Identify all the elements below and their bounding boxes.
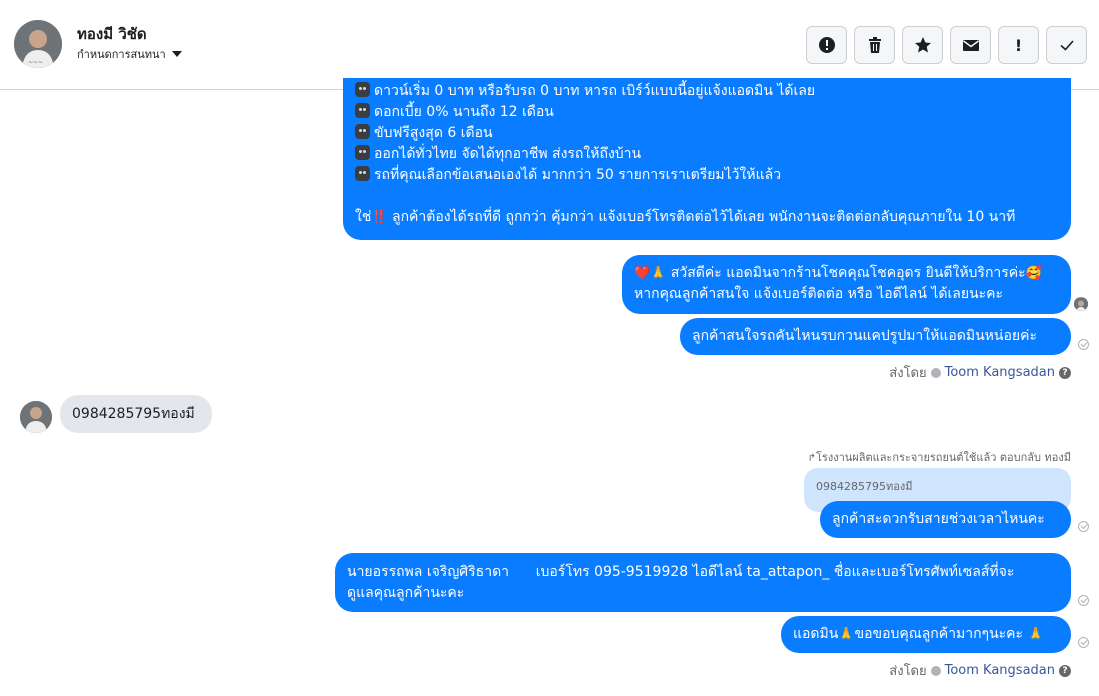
message-ask-time: ลูกค้าสะดวกรับสายช่วงเวลาไหนคะ (820, 501, 1071, 538)
help-icon[interactable]: ? (1059, 664, 1071, 677)
reply-arrow-icon: ↱ (807, 453, 817, 464)
conversation-toolbar: ! (806, 26, 1087, 64)
done-button[interactable] (1046, 26, 1087, 64)
message-sales-contact: นายอรรถพล เจริญศิริธาดา เบอร์โทร 095-951… (335, 553, 1071, 612)
sent-by-label: ส่งโดย Toom Kangsadan ? (889, 660, 1071, 681)
star-button[interactable] (902, 26, 943, 64)
monkey-emoji-icon (355, 145, 370, 160)
promo-line: ออกได้ทั่วไทย จัดได้ทุกอาชีพ ส่งรถให้ถึง… (355, 144, 1059, 165)
exclamation-icon: ! (1014, 35, 1023, 55)
sent-by-label: ส่งโดย Toom Kangsadan ? (889, 362, 1071, 383)
monkey-emoji-icon (355, 124, 370, 139)
promo-line: ดอกเบี้ย 0% นานถึง 12 เดือน (355, 102, 1059, 123)
alert-circle-icon (818, 37, 835, 53)
delete-button[interactable] (854, 26, 895, 64)
contact-name: ทองมี วิชัด (77, 25, 147, 43)
reply-context-note: ↱โรงงานผลิตและกระจายรถยนต์ใช้แล้ว ตอบกลั… (807, 451, 1071, 464)
envelope-icon (962, 40, 979, 51)
seen-avatar (1074, 297, 1088, 311)
promo-line: ดาวน์เริ่ม 0 บาท หรือรับรถ 0 บาท หารถ เบ… (355, 81, 1059, 102)
delivered-check-icon (1078, 595, 1089, 606)
trash-icon (868, 37, 881, 53)
monkey-emoji-icon (355, 166, 370, 181)
mail-button[interactable] (950, 26, 991, 64)
caret-down-icon (171, 51, 182, 57)
promo-line: ขับฟรีสูงสุด 6 เดือน (355, 123, 1059, 144)
verified-icon (930, 367, 941, 378)
delivered-check-icon (1078, 339, 1089, 350)
conversation-settings-dropdown[interactable]: กำหนดการสนทนา (77, 45, 182, 63)
contact-avatar[interactable]: ~~~ (14, 20, 62, 68)
alert-circle-button[interactable] (806, 26, 847, 64)
sender-name-link[interactable]: Toom Kangsadan (945, 365, 1055, 380)
delivered-check-icon (1078, 637, 1089, 648)
message-promo: ดาวน์เริ่ม 0 บาท หรือรับรถ 0 บาท หารถ เบ… (343, 78, 1071, 240)
monkey-emoji-icon (355, 103, 370, 118)
star-icon (914, 37, 931, 53)
message-greeting: ❤️🙏 สวัสดีค่ะ แอดมินจากร้านโชคคุณโชคอุดร… (622, 255, 1071, 314)
important-button[interactable]: ! (998, 26, 1039, 64)
verified-icon (930, 665, 941, 676)
conversation-header: ~~~ ทองมี วิชัด กำหนดการสนทนา ! (0, 0, 1099, 90)
promo-cta: ใช่‼️ ลูกค้าต้องได้รถที่ดี ถูกกว่า คุ้มก… (355, 209, 1016, 225)
help-icon[interactable]: ? (1059, 366, 1071, 379)
conversation-settings-label: กำหนดการสนทนา (77, 48, 166, 61)
message-customer-phone: 0984285795ทองมี (60, 395, 212, 433)
monkey-emoji-icon (355, 82, 370, 97)
checkmark-icon (1059, 40, 1074, 51)
delivered-check-icon (1078, 521, 1089, 532)
customer-avatar[interactable] (20, 401, 52, 433)
promo-line: รถที่คุณเลือกข้อเสนอเองได้ มากกว่า 50 รา… (355, 165, 1059, 186)
svg-text:~~~: ~~~ (28, 59, 43, 66)
message-ask-model: ลูกค้าสนใจรถคันไหนรบกวนแคปรูปมาให้แอดมิน… (680, 318, 1071, 355)
sender-name-link[interactable]: Toom Kangsadan (945, 663, 1055, 678)
message-thanks: แอดมิน🙏ขอขอบคุณลูกค้ามากๆนะคะ 🙏 (781, 616, 1071, 653)
